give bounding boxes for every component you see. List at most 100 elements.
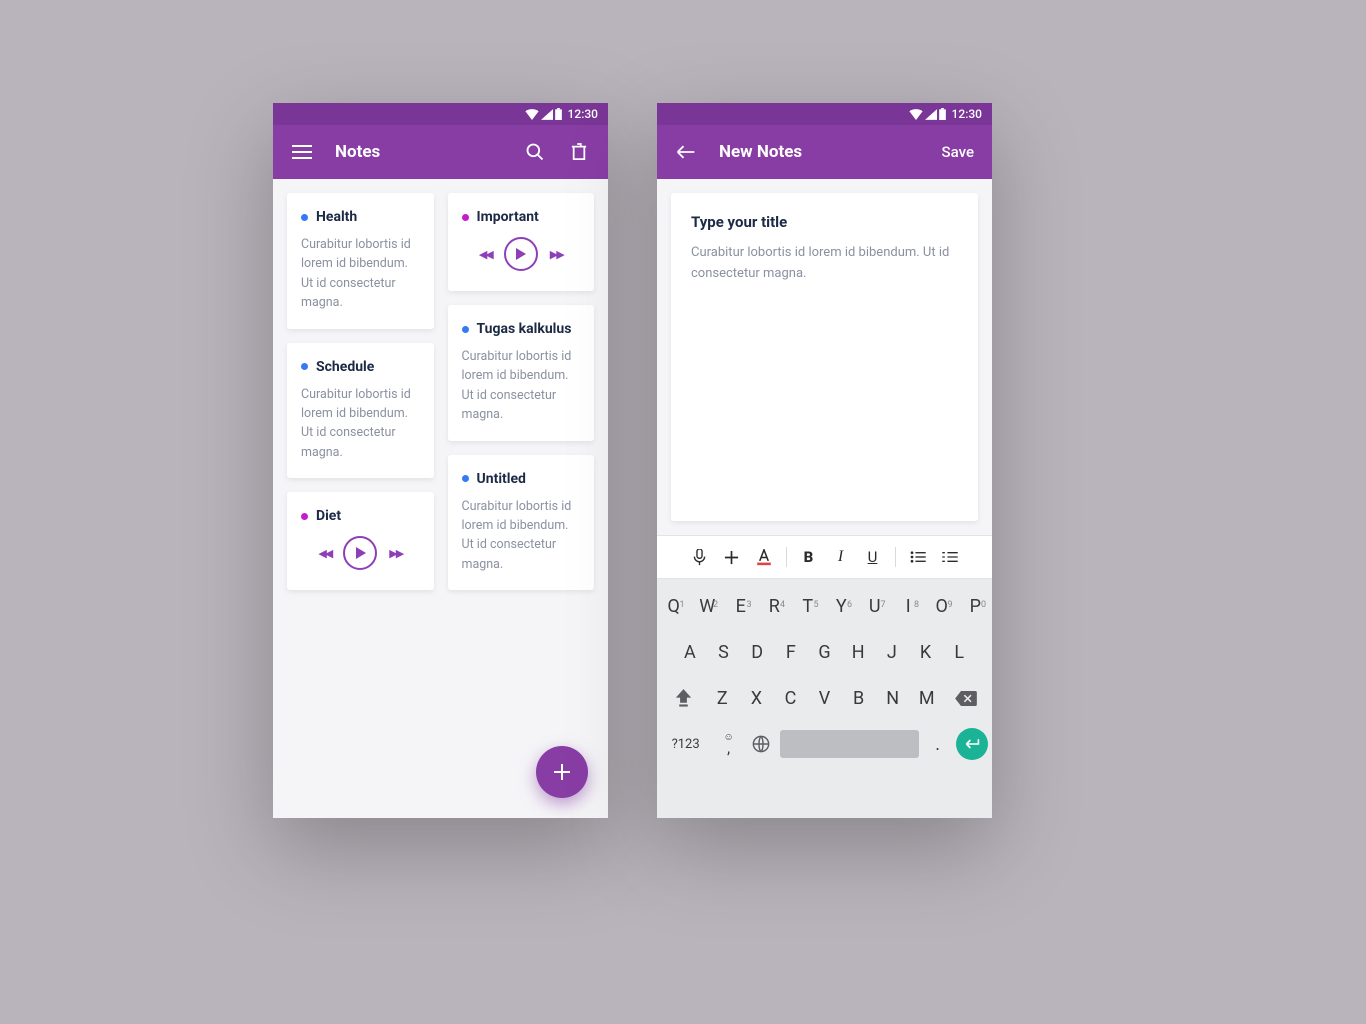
symbols-key[interactable]: ?123: [661, 737, 710, 752]
note-card[interactable]: Tugas kalkulus Curabitur lobortis id lor…: [448, 305, 595, 441]
audio-player: ◀◀ ▶▶: [301, 536, 420, 570]
search-icon[interactable]: [524, 141, 546, 163]
cellular-icon: [925, 109, 937, 120]
keyboard-row-1: Q1 W2 E3 R4 T5 Y6 U7 I8 O9 P0: [657, 583, 992, 629]
key-o[interactable]: O9: [925, 596, 959, 617]
play-icon[interactable]: [343, 536, 377, 570]
note-editor-screen: 12:30 New Notes Save Type your title Cur…: [657, 103, 992, 818]
play-icon[interactable]: [504, 237, 538, 271]
key-f[interactable]: F: [774, 642, 808, 663]
key-b[interactable]: B: [842, 688, 876, 709]
category-dot: [462, 475, 469, 482]
key-j[interactable]: J: [875, 642, 909, 663]
key-i[interactable]: I8: [892, 596, 926, 617]
card-title: Important: [477, 209, 539, 225]
trash-icon[interactable]: [568, 141, 590, 163]
status-bar: 12:30: [273, 103, 608, 125]
key-n[interactable]: N: [876, 688, 910, 709]
key-q[interactable]: Q1: [657, 596, 691, 617]
bold-icon[interactable]: B: [795, 543, 823, 571]
separator: [895, 547, 896, 567]
key-e[interactable]: E3: [724, 596, 758, 617]
underline-icon[interactable]: U: [859, 543, 887, 571]
key-l[interactable]: L: [942, 642, 976, 663]
key-s[interactable]: S: [707, 642, 741, 663]
save-button[interactable]: Save: [942, 143, 974, 161]
key-x[interactable]: X: [739, 688, 773, 709]
keyboard: Q1 W2 E3 R4 T5 Y6 U7 I8 O9 P0 A S D F G …: [657, 579, 992, 818]
key-d[interactable]: D: [740, 642, 774, 663]
keyboard-row-3: Z X C V B N M: [657, 675, 992, 721]
battery-icon: [939, 108, 946, 120]
battery-icon: [555, 108, 562, 120]
page-title: New Notes: [719, 142, 920, 162]
text-color-icon[interactable]: [750, 543, 778, 571]
numbered-list-icon[interactable]: [936, 543, 964, 571]
forward-icon[interactable]: ▶▶: [550, 248, 563, 261]
wifi-icon: [525, 109, 539, 120]
separator: [786, 547, 787, 567]
card-title: Schedule: [316, 359, 374, 375]
key-c[interactable]: C: [773, 688, 807, 709]
note-card[interactable]: Schedule Curabitur lobortis id lorem id …: [287, 343, 434, 479]
key-m[interactable]: M: [910, 688, 944, 709]
notes-grid: Health Curabitur lobortis id lorem id bi…: [273, 179, 608, 818]
note-card[interactable]: Untitled Curabitur lobortis id lorem id …: [448, 455, 595, 591]
notes-column-2: Important ◀◀ ▶▶ Tugas kalkulus Curabitur…: [448, 193, 595, 804]
wifi-icon: [909, 109, 923, 120]
bullet-list-icon[interactable]: [904, 543, 932, 571]
note-card[interactable]: Diet ◀◀ ▶▶: [287, 492, 434, 590]
page-title: Notes: [335, 142, 502, 162]
card-body: Curabitur lobortis id lorem id bibendum.…: [462, 497, 581, 575]
key-t[interactable]: T5: [791, 596, 825, 617]
category-dot: [462, 326, 469, 333]
menu-icon[interactable]: [291, 141, 313, 163]
space-key[interactable]: [780, 730, 920, 758]
mic-icon[interactable]: [686, 543, 714, 571]
key-y[interactable]: Y6: [825, 596, 859, 617]
notes-list-screen: 12:30 Notes Health Curabitur lobortis id…: [273, 103, 608, 818]
editor-card[interactable]: Type your title Curabitur lobortis id lo…: [671, 193, 978, 521]
category-dot: [301, 513, 308, 520]
body-input[interactable]: Curabitur lobortis id lorem id bibendum.…: [691, 243, 958, 285]
note-card[interactable]: Health Curabitur lobortis id lorem id bi…: [287, 193, 434, 329]
key-a[interactable]: A: [673, 642, 707, 663]
rewind-icon[interactable]: ◀◀: [318, 547, 331, 560]
app-bar: New Notes Save: [657, 125, 992, 179]
emoji-key[interactable]: ☺,: [714, 734, 743, 755]
card-title: Tugas kalkulus: [477, 321, 572, 337]
app-bar: Notes: [273, 125, 608, 179]
category-dot: [462, 214, 469, 221]
card-title: Diet: [316, 508, 341, 524]
add-icon[interactable]: [718, 543, 746, 571]
status-bar: 12:30: [657, 103, 992, 125]
globe-key[interactable]: [747, 735, 776, 753]
add-note-fab[interactable]: [536, 746, 588, 798]
italic-icon[interactable]: I: [827, 543, 855, 571]
title-input[interactable]: Type your title: [691, 213, 958, 231]
key-r[interactable]: R4: [758, 596, 792, 617]
back-icon[interactable]: [675, 141, 697, 163]
key-k[interactable]: K: [909, 642, 943, 663]
key-u[interactable]: U7: [858, 596, 892, 617]
card-title: Health: [316, 209, 357, 225]
forward-icon[interactable]: ▶▶: [389, 547, 402, 560]
rewind-icon[interactable]: ◀◀: [479, 248, 492, 261]
shift-key[interactable]: [661, 689, 705, 708]
key-h[interactable]: H: [841, 642, 875, 663]
key-g[interactable]: G: [808, 642, 842, 663]
category-dot: [301, 214, 308, 221]
card-body: Curabitur lobortis id lorem id bibendum.…: [301, 235, 420, 313]
key-p[interactable]: P0: [959, 596, 993, 617]
note-card[interactable]: Important ◀◀ ▶▶: [448, 193, 595, 291]
format-toolbar: B I U: [657, 535, 992, 579]
key-w[interactable]: W2: [691, 596, 725, 617]
key-z[interactable]: Z: [705, 688, 739, 709]
period-key[interactable]: .: [923, 734, 952, 755]
status-time: 12:30: [568, 107, 598, 121]
enter-key[interactable]: [956, 728, 988, 760]
audio-player: ◀◀ ▶▶: [462, 237, 581, 271]
key-v[interactable]: V: [807, 688, 841, 709]
card-body: Curabitur lobortis id lorem id bibendum.…: [462, 347, 581, 425]
backspace-key[interactable]: [944, 691, 988, 706]
